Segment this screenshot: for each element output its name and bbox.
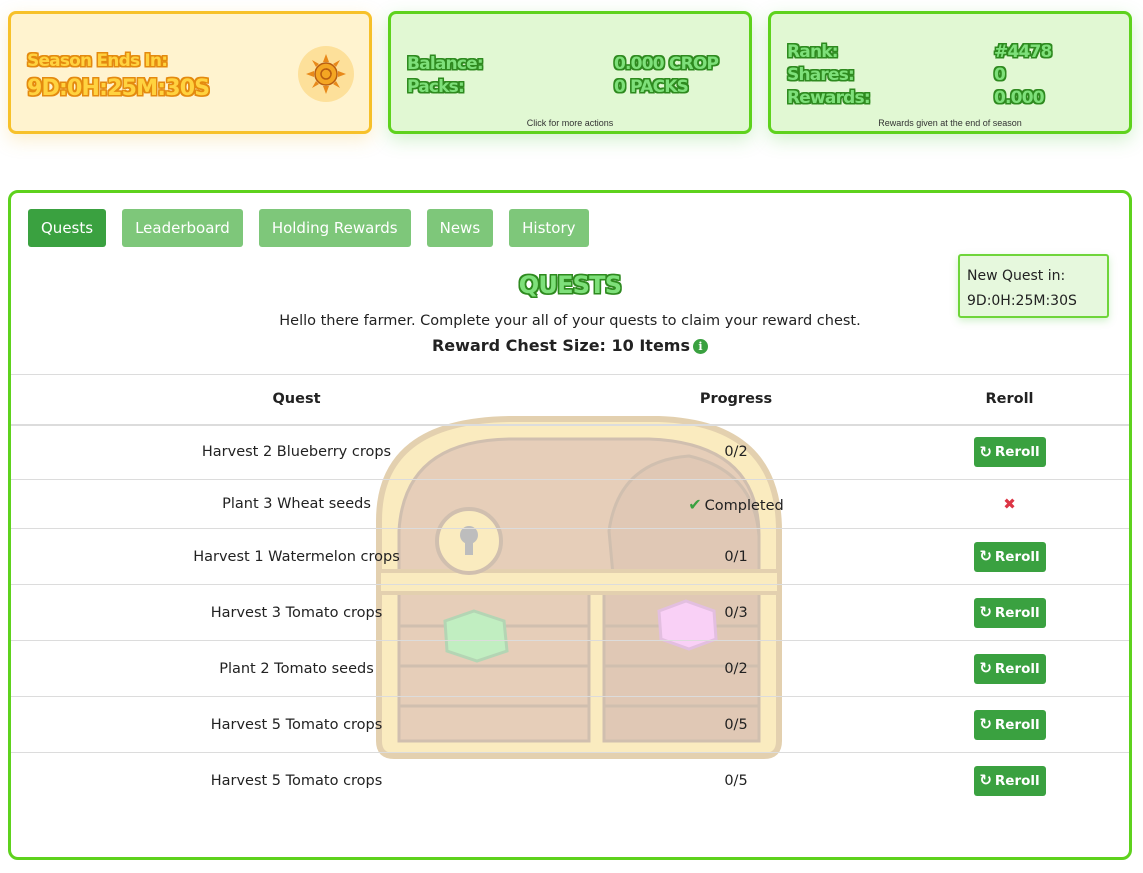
sun-icon xyxy=(298,46,354,102)
refresh-icon: ↻ xyxy=(979,442,992,461)
refresh-icon: ↻ xyxy=(979,771,992,790)
reroll-column-header: Reroll xyxy=(890,374,1129,426)
info-icon[interactable]: i xyxy=(693,339,708,354)
table-row: Plant 2 Tomato seeds 0/2 ↻ Reroll xyxy=(11,640,1129,697)
reward-chest-size-text: Reward Chest Size: 10 Items xyxy=(431,336,690,355)
tab-news[interactable]: News xyxy=(426,209,494,247)
table-row: Harvest 5 Tomato crops 0/5 ↻ Reroll xyxy=(11,753,1129,809)
quest-name: Harvest 5 Tomato crops xyxy=(210,772,383,789)
balance-card[interactable]: Balance: 0.000 CROP Packs: 0 PACKS Click… xyxy=(388,11,752,134)
reward-chest-size: Reward Chest Size: 10 Items i xyxy=(11,336,1129,355)
reroll-button[interactable]: ↻ Reroll xyxy=(973,541,1046,572)
season-countdown: 9D:0H:25M:30S xyxy=(27,76,210,101)
table-row: Harvest 1 Watermelon crops 0/1 ↻ Reroll xyxy=(11,528,1129,585)
close-icon: ✖ xyxy=(1003,495,1016,513)
table-row: Plant 3 Wheat seeds ✔ Completed ✖ xyxy=(11,479,1129,529)
tab-leaderboard[interactable]: Leaderboard xyxy=(122,209,243,247)
quest-progress: 0/3 xyxy=(582,584,890,641)
progress-column-header: Progress xyxy=(582,374,890,426)
rewards-value: 0.000 xyxy=(994,88,1045,108)
quest-name: Harvest 2 Blueberry crops xyxy=(11,424,582,480)
quest-progress: 0/5 xyxy=(582,696,890,753)
page-title: QUESTS xyxy=(518,271,622,299)
rewards-note: Rewards given at the end of season xyxy=(878,118,1022,128)
quest-name: Plant 2 Tomato seeds xyxy=(11,640,582,697)
completed-label: Completed xyxy=(704,497,784,514)
refresh-icon: ↻ xyxy=(979,659,992,677)
shares-label: Shares: xyxy=(787,65,855,85)
rank-value: #4478 xyxy=(994,42,1052,62)
rank-card: Rank: #4478 Shares: 0 Rewards: 0.000 Rew… xyxy=(768,11,1132,134)
quest-name: Harvest 5 Tomato crops xyxy=(11,696,582,753)
refresh-icon: ↻ xyxy=(979,715,992,733)
quest-progress: 0/5 xyxy=(724,772,748,789)
season-ends-label: Season Ends In: xyxy=(27,51,168,71)
reroll-button[interactable]: ↻ Reroll xyxy=(973,653,1046,684)
table-row: Harvest 3 Tomato crops 0/3 ↻ Reroll xyxy=(11,584,1129,641)
packs-value: 0 PACKS xyxy=(614,77,689,97)
season-card: Season Ends In: 9D:0H:25M:30S xyxy=(8,11,372,134)
quest-progress: ✔ Completed xyxy=(582,479,890,529)
tab-quests[interactable]: Quests xyxy=(28,209,107,247)
rewards-label: Rewards: xyxy=(787,88,871,108)
reroll-button[interactable]: ↻ Reroll xyxy=(973,437,1046,468)
quests-table: Quest Progress Reroll Harvest 2 Blueberr… xyxy=(11,374,1129,809)
quest-progress: 0/2 xyxy=(582,640,890,697)
tab-history[interactable]: History xyxy=(509,209,589,247)
refresh-icon: ↻ xyxy=(979,603,992,621)
shares-value: 0 xyxy=(994,65,1006,85)
refresh-icon: ↻ xyxy=(979,547,992,565)
quest-name: Plant 3 Wheat seeds xyxy=(11,479,582,529)
packs-label: Packs: xyxy=(407,77,465,97)
balance-note: Click for more actions xyxy=(526,118,614,128)
quests-panel: Quests Leaderboard Holding Rewards News … xyxy=(8,190,1132,860)
reroll-button[interactable]: ↻ Reroll xyxy=(973,765,1046,796)
table-row: Harvest 2 Blueberry crops 0/2 ↻ Reroll xyxy=(11,424,1129,480)
balance-label: Balance: xyxy=(407,54,484,74)
balance-value: 0.000 CROP xyxy=(614,54,719,74)
quests-intro: Hello there farmer. Complete your all of… xyxy=(279,313,861,329)
reroll-button[interactable]: ↻ Reroll xyxy=(973,709,1046,740)
quest-name: Harvest 3 Tomato crops xyxy=(11,584,582,641)
table-row: Harvest 5 Tomato crops 0/5 ↻ Reroll xyxy=(11,696,1129,753)
quest-progress: 0/1 xyxy=(582,528,890,585)
tab-holding-rewards[interactable]: Holding Rewards xyxy=(258,209,411,247)
tab-bar: Quests Leaderboard Holding Rewards News … xyxy=(28,209,589,247)
quest-progress: 0/2 xyxy=(582,424,890,480)
quest-column-header: Quest xyxy=(11,374,582,426)
quest-name: Harvest 1 Watermelon crops xyxy=(11,528,582,585)
reroll-button[interactable]: ↻ Reroll xyxy=(973,597,1046,628)
check-icon: ✔ xyxy=(688,494,702,514)
rank-label: Rank: xyxy=(787,42,839,62)
